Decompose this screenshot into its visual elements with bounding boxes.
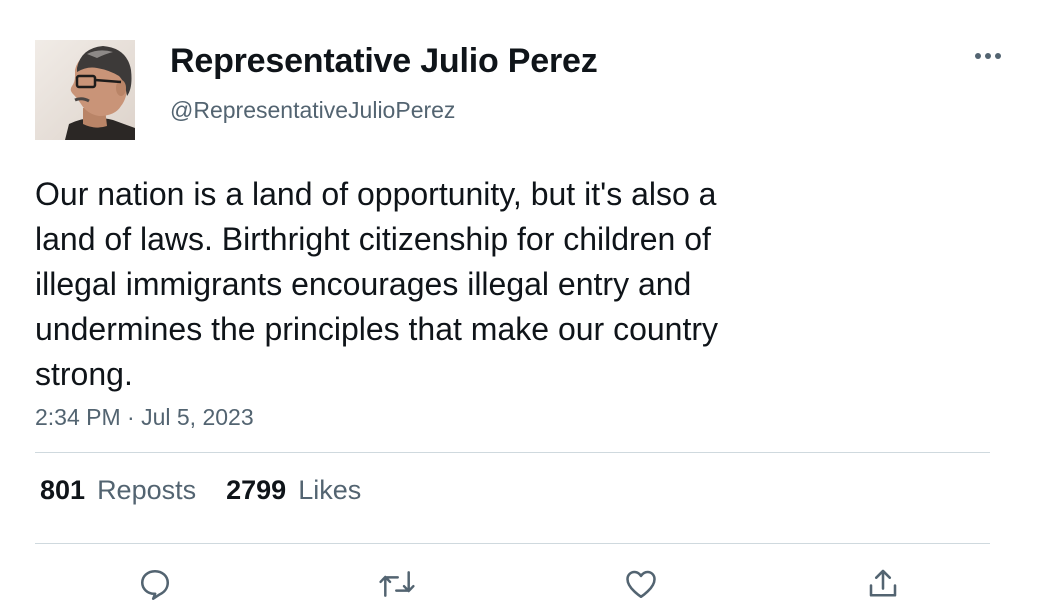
like-button[interactable] — [619, 562, 663, 606]
tweet-card: Representative Julio Perez @Representati… — [0, 0, 1050, 615]
more-icon — [975, 53, 1001, 59]
tweet-text: Our nation is a land of opportunity, but… — [35, 176, 719, 392]
divider — [35, 543, 990, 544]
reposts-count: 801 — [40, 475, 86, 505]
action-bar — [35, 562, 990, 606]
repost-icon — [379, 571, 415, 597]
profile-photo-icon — [35, 40, 135, 140]
likes-count: 2799 — [226, 475, 287, 505]
reply-icon — [140, 569, 170, 600]
more-options-button[interactable] — [972, 45, 1004, 67]
repost-button[interactable] — [375, 562, 419, 606]
share-icon — [869, 569, 897, 597]
author-display-name[interactable]: Representative Julio Perez — [170, 42, 598, 81]
heart-icon — [626, 570, 656, 599]
likes-label: Likes — [298, 475, 362, 505]
tweet-timestamp[interactable]: 2:34 PM · Jul 5, 2023 — [35, 404, 254, 431]
avatar[interactable] — [35, 40, 135, 140]
reply-button[interactable] — [133, 562, 177, 606]
reposts-label: Reposts — [97, 475, 197, 505]
author-handle[interactable]: @RepresentativeJulioPerez — [170, 97, 455, 124]
reposts-stat[interactable]: 801 Reposts — [40, 475, 196, 506]
divider — [35, 452, 990, 453]
engagement-stats: 801 Reposts 2799 Likes — [40, 475, 361, 506]
share-button[interactable] — [861, 562, 905, 606]
likes-stat[interactable]: 2799 Likes — [226, 475, 361, 506]
